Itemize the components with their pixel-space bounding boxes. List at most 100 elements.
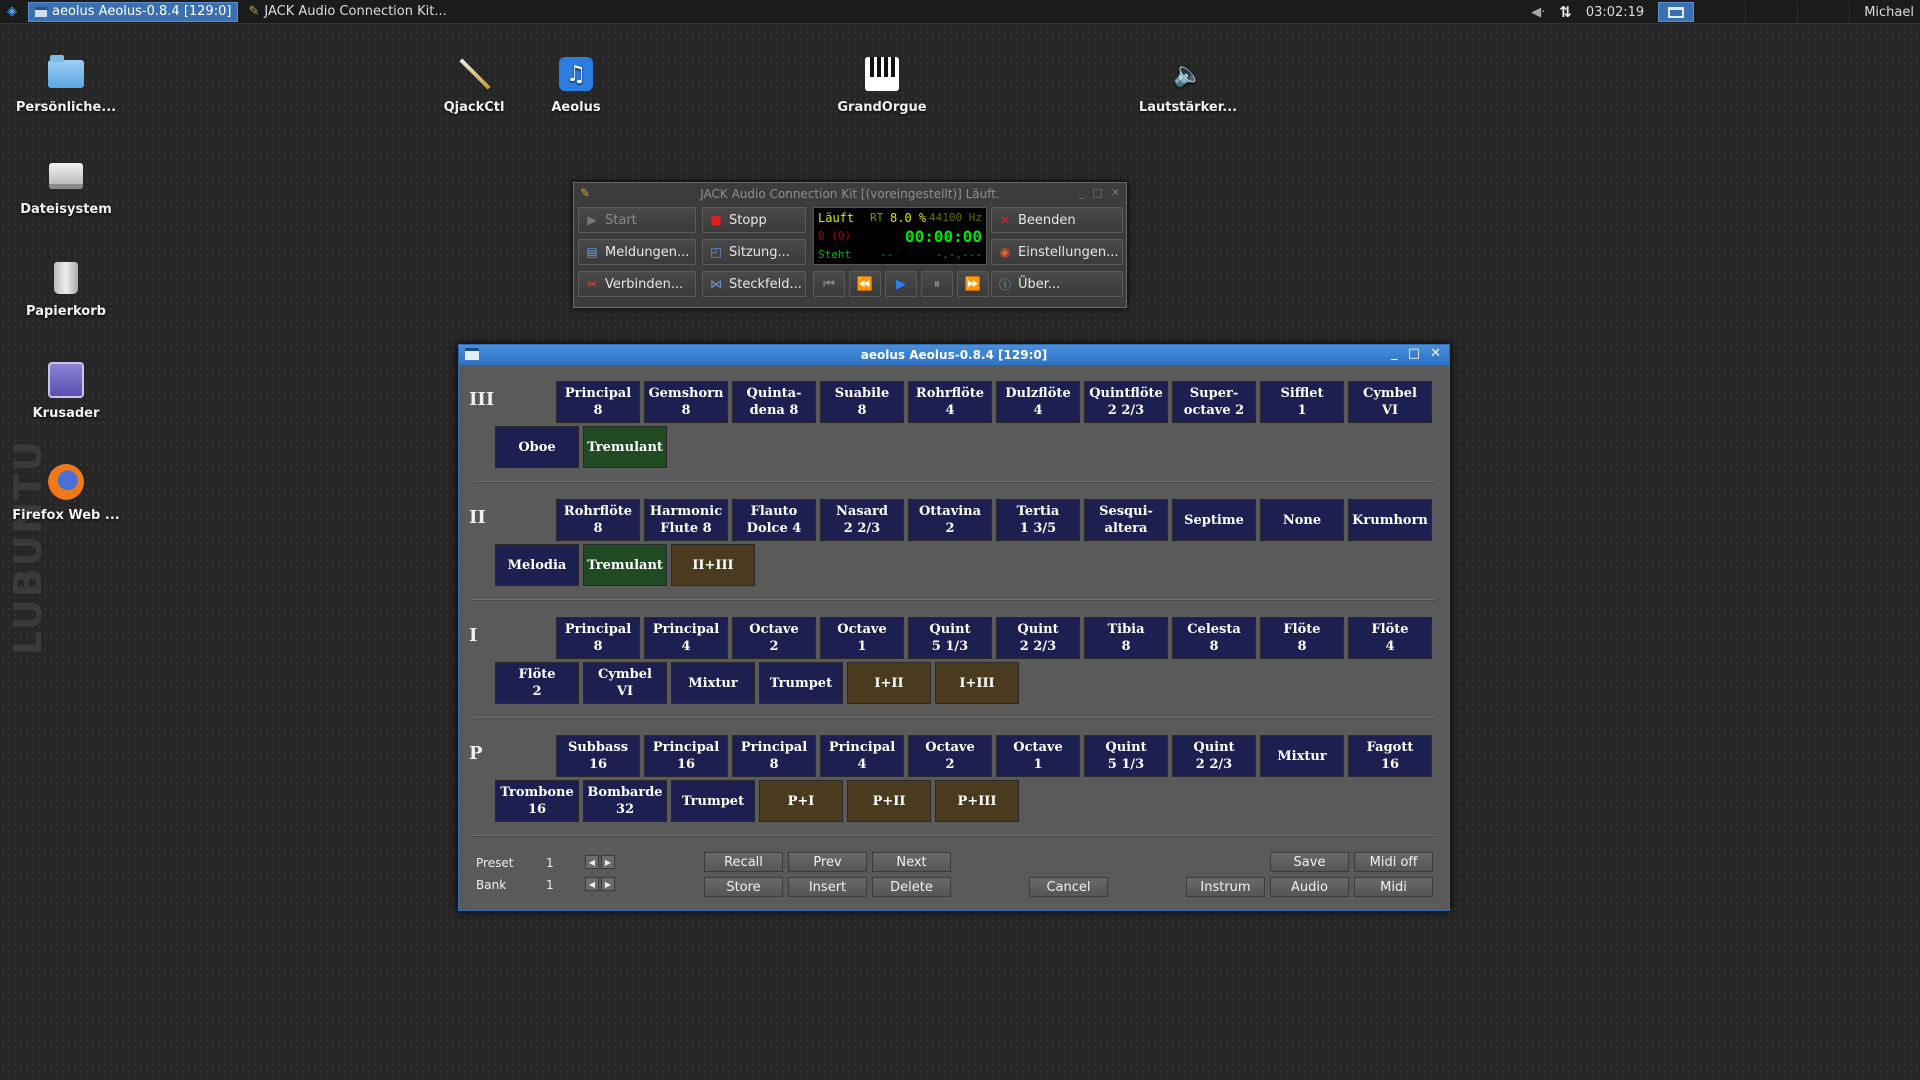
coupler-button[interactable]: P+II — [847, 780, 931, 822]
workspace-1[interactable] — [1658, 2, 1695, 22]
desktop-icon-volume[interactable]: 🔈 Lautstärker... — [1128, 54, 1248, 115]
stop-button[interactable]: Flöte 2 — [495, 662, 579, 704]
pause-button[interactable]: ⏸ — [921, 271, 953, 297]
desktop-icon-home[interactable]: Persönliche... — [6, 54, 126, 115]
stop-button[interactable]: Super- octave 2 — [1172, 381, 1256, 423]
stop-button[interactable]: Sifflet 1 — [1260, 381, 1344, 423]
stop-button[interactable]: Principal 4 — [644, 617, 728, 659]
stop-button[interactable]: Septime — [1172, 499, 1256, 541]
stop-button[interactable]: None — [1260, 499, 1344, 541]
volume-icon[interactable]: ◀· — [1531, 5, 1545, 20]
stop-button[interactable]: Celesta 8 — [1172, 617, 1256, 659]
stop-button[interactable]: Mixtur — [671, 662, 755, 704]
forward-button[interactable]: ⏩ — [957, 271, 989, 297]
workspace-2[interactable] — [1708, 2, 1747, 22]
stop-button[interactable]: Sesqui- altera — [1084, 499, 1168, 541]
stop-button[interactable]: Krumhorn — [1348, 499, 1432, 541]
tremulant-button[interactable]: Tremulant — [583, 544, 667, 586]
instrument-button[interactable]: Instrum — [1186, 877, 1265, 897]
next-button[interactable]: Next — [872, 852, 951, 872]
save-button[interactable]: Save — [1270, 852, 1349, 872]
stop-button[interactable]: Octave 1 — [996, 735, 1080, 777]
clock[interactable]: 03:02:19 — [1586, 5, 1644, 20]
task-aeolus[interactable]: aeolus Aeolus-0.8.4 [129:0] — [28, 1, 239, 22]
stop-button[interactable]: Quint 5 1/3 — [1084, 735, 1168, 777]
play-button[interactable]: ▶ — [885, 271, 917, 297]
bank-decrement-button[interactable]: ◀ — [585, 877, 599, 891]
stop-button[interactable]: Gemshorn 8 — [644, 381, 728, 423]
audio-button[interactable]: Audio — [1270, 877, 1349, 897]
stop-button[interactable]: Quinta- dena 8 — [732, 381, 816, 423]
connect-button[interactable]: ✂ Verbinden... — [578, 271, 696, 297]
workspace-4[interactable] — [1812, 2, 1851, 22]
stop-button[interactable]: Octave 1 — [820, 617, 904, 659]
stop-button[interactable]: Octave 2 — [732, 617, 816, 659]
cancel-button[interactable]: Cancel — [1029, 877, 1108, 897]
rewind-to-start-button[interactable]: ⏮ — [813, 271, 845, 297]
stop-button[interactable]: Trumpet — [759, 662, 843, 704]
desktop-icon-firefox[interactable]: Firefox Web ... — [6, 462, 126, 523]
stop-button[interactable]: Fagott 16 — [1348, 735, 1432, 777]
session-button[interactable]: ◰ Sitzung... — [702, 239, 806, 265]
desktop-icon-krusader[interactable]: Krusader — [6, 360, 126, 421]
desktop-icon-aeolus[interactable]: ♫ Aeolus — [516, 54, 636, 115]
insert-button[interactable]: Insert — [788, 877, 867, 897]
coupler-button[interactable]: P+III — [935, 780, 1019, 822]
stop-button[interactable]: Oboe — [495, 426, 579, 468]
stop-button[interactable]: Rohrflöte 4 — [908, 381, 992, 423]
coupler-button[interactable]: P+I — [759, 780, 843, 822]
stop-button[interactable]: Octave 2 — [908, 735, 992, 777]
stop-button[interactable]: Subbass 16 — [556, 735, 640, 777]
stop-button[interactable]: Tibia 8 — [1084, 617, 1168, 659]
minimize-icon[interactable]: _ — [1079, 186, 1085, 199]
close-icon[interactable]: ✕ — [1430, 346, 1441, 361]
start-button[interactable]: ▶ Start — [578, 207, 696, 233]
qjackctl-titlebar[interactable]: ✎ JACK Audio Connection Kit [(voreingest… — [574, 183, 1126, 205]
stop-button[interactable]: Principal 8 — [556, 381, 640, 423]
recall-button[interactable]: Recall — [704, 852, 783, 872]
stop-button[interactable]: Bombarde 32 — [583, 780, 667, 822]
tremulant-button[interactable]: Tremulant — [583, 426, 667, 468]
stop-button[interactable]: Flöte 4 — [1348, 617, 1432, 659]
rewind-button[interactable]: ⏪ — [849, 271, 881, 297]
stop-button[interactable]: Melodia — [495, 544, 579, 586]
stop-button[interactable]: Principal 4 — [820, 735, 904, 777]
preset-decrement-button[interactable]: ◀ — [585, 855, 599, 869]
coupler-button[interactable]: II+III — [671, 544, 755, 586]
stop-button[interactable]: ■ Stopp — [702, 207, 806, 233]
stop-button[interactable]: Trumpet — [671, 780, 755, 822]
delete-button[interactable]: Delete — [872, 877, 951, 897]
stop-button[interactable]: Cymbel VI — [583, 662, 667, 704]
stop-button[interactable]: Quint 2 2/3 — [996, 617, 1080, 659]
stop-button[interactable]: Trombone 16 — [495, 780, 579, 822]
stop-button[interactable]: Quintflöte 2 2/3 — [1084, 381, 1168, 423]
maximize-icon[interactable]: □ — [1092, 186, 1102, 199]
stop-button[interactable]: Suabile 8 — [820, 381, 904, 423]
aeolus-titlebar[interactable]: aeolus Aeolus-0.8.4 [129:0] _ □ ✕ — [459, 345, 1449, 365]
desktop-icon-filesystem[interactable]: Dateisystem — [6, 156, 126, 217]
bank-increment-button[interactable]: ▶ — [601, 877, 615, 891]
midi-off-button[interactable]: Midi off — [1354, 852, 1433, 872]
stop-button[interactable]: Quint 5 1/3 — [908, 617, 992, 659]
close-icon[interactable]: ✕ — [1111, 186, 1120, 199]
quit-button[interactable]: ✕ Beenden — [991, 207, 1123, 233]
stop-button[interactable]: Mixtur — [1260, 735, 1344, 777]
prev-button[interactable]: Prev — [788, 852, 867, 872]
stop-button[interactable]: Principal 8 — [732, 735, 816, 777]
desktop-icon-trash[interactable]: Papierkorb — [6, 258, 126, 319]
stop-button[interactable]: Flauto Dolce 4 — [732, 499, 816, 541]
messages-button[interactable]: ▤ Meldungen... — [578, 239, 696, 265]
stop-button[interactable]: Ottavina 2 — [908, 499, 992, 541]
store-button[interactable]: Store — [704, 877, 783, 897]
network-icon[interactable]: ⇅ — [1559, 3, 1572, 21]
minimize-icon[interactable]: _ — [1391, 346, 1398, 361]
stop-button[interactable]: Cymbel VI — [1348, 381, 1432, 423]
app-menu-icon[interactable]: ◈ — [0, 0, 24, 24]
stop-button[interactable]: Quint 2 2/3 — [1172, 735, 1256, 777]
midi-button[interactable]: Midi — [1354, 877, 1433, 897]
stop-button[interactable]: Tertia 1 3/5 — [996, 499, 1080, 541]
task-qjackctl[interactable]: ✎ JACK Audio Connection Kit... — [242, 2, 452, 22]
settings-button[interactable]: ◉ Einstellungen... — [991, 239, 1123, 265]
patchbay-button[interactable]: ⋈ Steckfeld... — [702, 271, 806, 297]
stop-button[interactable]: Harmonic Flute 8 — [644, 499, 728, 541]
